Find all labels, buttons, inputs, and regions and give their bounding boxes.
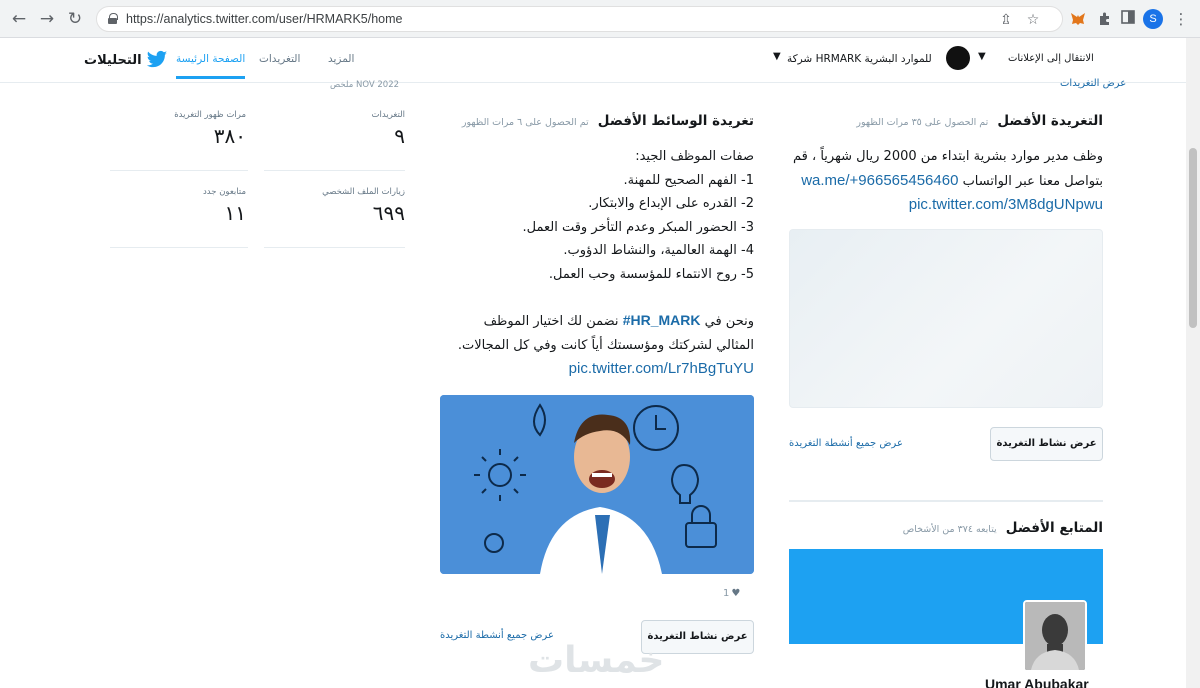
follower-avatar[interactable] — [1023, 600, 1087, 672]
whatsapp-link[interactable]: wa.me/+966565456460 — [801, 172, 958, 189]
stat-value: ٩ — [394, 124, 405, 148]
stat-new-followers: متابعون جدد ١١ — [106, 187, 246, 225]
media-tweet-header: تغريدة الوسائط الأفضل تم الحصول على ٦ مر… — [462, 110, 754, 129]
heart-icon: ♥ — [731, 588, 741, 599]
share-icon[interactable]: ⇫ — [998, 12, 1014, 28]
forward-icon[interactable]: → — [37, 9, 57, 29]
account-name[interactable]: شركة HRMARK للموارد البشرية — [787, 53, 932, 65]
top-tweet-text: وظف مدير موارد بشرية ابتداء من 2000 ريال… — [783, 145, 1103, 218]
stat-value: ١١ — [224, 201, 246, 225]
tweet-line: المثالي لشركتك ومؤسستك أياً كانت وفي كل … — [457, 337, 754, 353]
stat-label: التغريدات — [371, 110, 406, 120]
watermark-logo: خمسات — [528, 640, 665, 681]
menu-icon[interactable]: ⋮ — [1172, 10, 1190, 28]
top-tweet-title: التغريدة الأفضل — [997, 113, 1103, 129]
stat-profile-visits: زيارات الملف الشخصي ٦٩٩ — [265, 187, 405, 225]
media-tweet-text: صفات الموظف الجيد: 1- الفهم الصحيح للمهن… — [424, 145, 754, 382]
stat-value: ٦٩٩ — [372, 201, 405, 225]
extensions-icon[interactable] — [1096, 10, 1114, 28]
tweet-line: 1- الفهم الصحيح للمهنة. — [623, 172, 754, 188]
logo-text: التحليلات — [84, 52, 142, 68]
account-chevron-icon[interactable]: ▼ — [773, 51, 781, 62]
page-scrollbar[interactable] — [1186, 38, 1200, 688]
top-tweet-activity-button[interactable]: عرض نشاط التغريدة — [990, 427, 1103, 461]
sidepanel-icon[interactable] — [1119, 10, 1137, 28]
top-follower-subtitle: يتابعه ٣٧٤ من الأشخاص — [902, 524, 997, 535]
top-follower-header: المتابع الأفضل يتابعه ٣٧٤ من الأشخاص — [903, 517, 1103, 536]
tweet-line: 5- روح الانتماء للمؤسسة وحب العمل. — [548, 266, 754, 282]
ads-link[interactable]: الانتقال إلى الإعلانات — [1008, 53, 1094, 64]
summary-period: ملخص NOV 2022 — [330, 80, 400, 90]
analytics-logo[interactable]: التحليلات — [84, 50, 168, 70]
url-text[interactable]: https://analytics.twitter.com/user/HRMAR… — [126, 12, 402, 26]
pic-link[interactable]: pic.twitter.com/3M8dgUNpwu — [909, 196, 1103, 213]
profile-avatar[interactable]: S — [1143, 9, 1163, 29]
stat-impressions: مرات ظهور التغريدة ٣٨٠ — [106, 110, 246, 148]
tweet-line: 4- الهمة العالمية، والنشاط الدؤوب. — [563, 243, 754, 258]
top-tweet-header: التغريدة الأفضل تم الحصول على ٣٥ مرات ال… — [856, 110, 1103, 129]
tweet-line: نضمن لك اختيار الموظف — [483, 314, 619, 329]
tweet-line: 3- الحضور المبكر وعدم التأخر وقت العمل. — [522, 219, 754, 235]
stat-divider — [264, 247, 405, 248]
tweet-line: صفات الموظف الجيد: — [635, 149, 754, 164]
address-bar[interactable]: https://analytics.twitter.com/user/HRMAR… — [96, 6, 1063, 32]
likes-count: 1 ♥ — [723, 588, 740, 599]
reload-icon[interactable]: ↻ — [65, 9, 85, 29]
media-tweet-image[interactable] — [440, 395, 754, 574]
star-icon[interactable]: ☆ — [1025, 12, 1041, 28]
stat-divider — [264, 170, 405, 171]
browser-toolbar: ← → ↻ https://analytics.twitter.com/user… — [0, 0, 1200, 38]
tab-tweets[interactable]: التغريدات — [259, 53, 300, 65]
stat-divider — [110, 247, 248, 248]
metamask-icon[interactable] — [1069, 10, 1087, 28]
follower-name[interactable]: Umar Abubakar — [985, 676, 1089, 688]
ads-chevron-icon[interactable]: ▼ — [978, 51, 986, 62]
top-tweet-all-activity-link[interactable]: عرض جميع أنشطة التغريدة — [789, 438, 903, 449]
analytics-header: التحليلات الصفحة الرئيسة التغريدات المزي… — [0, 38, 1186, 83]
likes-value: 1 — [723, 588, 730, 599]
top-tweet-subtitle: تم الحصول على ٣٥ مرات الظهور — [856, 117, 989, 128]
twitter-bird-icon — [146, 50, 167, 68]
view-tweets-link[interactable]: عرض التغريدات — [1060, 78, 1126, 89]
section-divider — [789, 500, 1103, 502]
media-tweet-subtitle: تم الحصول على ٦ مرات الظهور — [461, 117, 589, 128]
stat-label: زيارات الملف الشخصي — [322, 187, 405, 197]
tweet-line: بتواصل معنا عبر الواتساب — [962, 173, 1103, 189]
stat-label: متابعون جدد — [202, 187, 246, 197]
tweet-line: ونحن في — [704, 314, 754, 329]
scrollbar-thumb[interactable] — [1189, 148, 1197, 328]
lock-icon — [108, 13, 118, 24]
tab-more[interactable]: المزيد — [328, 53, 354, 65]
media-tweet-title: تغريدة الوسائط الأفضل — [597, 113, 754, 129]
tweet-line: وظف مدير موارد بشرية ابتداء من 2000 ريال… — [793, 149, 1103, 164]
back-icon[interactable]: ← — [9, 9, 29, 29]
top-tweet-image[interactable] — [789, 229, 1103, 408]
stat-label: مرات ظهور التغريدة — [174, 110, 246, 120]
top-follower-title: المتابع الأفضل — [1005, 520, 1103, 536]
hashtag-link[interactable]: #HR_MARK — [623, 312, 701, 328]
account-avatar[interactable] — [946, 46, 970, 70]
tab-home[interactable]: الصفحة الرئيسة — [176, 53, 246, 79]
tweet-line: 2- القدره على الإبداع والابتكار. — [588, 196, 754, 211]
stat-value: ٣٨٠ — [213, 124, 246, 148]
stat-tweets: التغريدات ٩ — [265, 110, 406, 148]
stat-divider — [110, 170, 248, 171]
pic-link[interactable]: pic.twitter.com/Lr7hBgTuYU — [569, 360, 754, 377]
